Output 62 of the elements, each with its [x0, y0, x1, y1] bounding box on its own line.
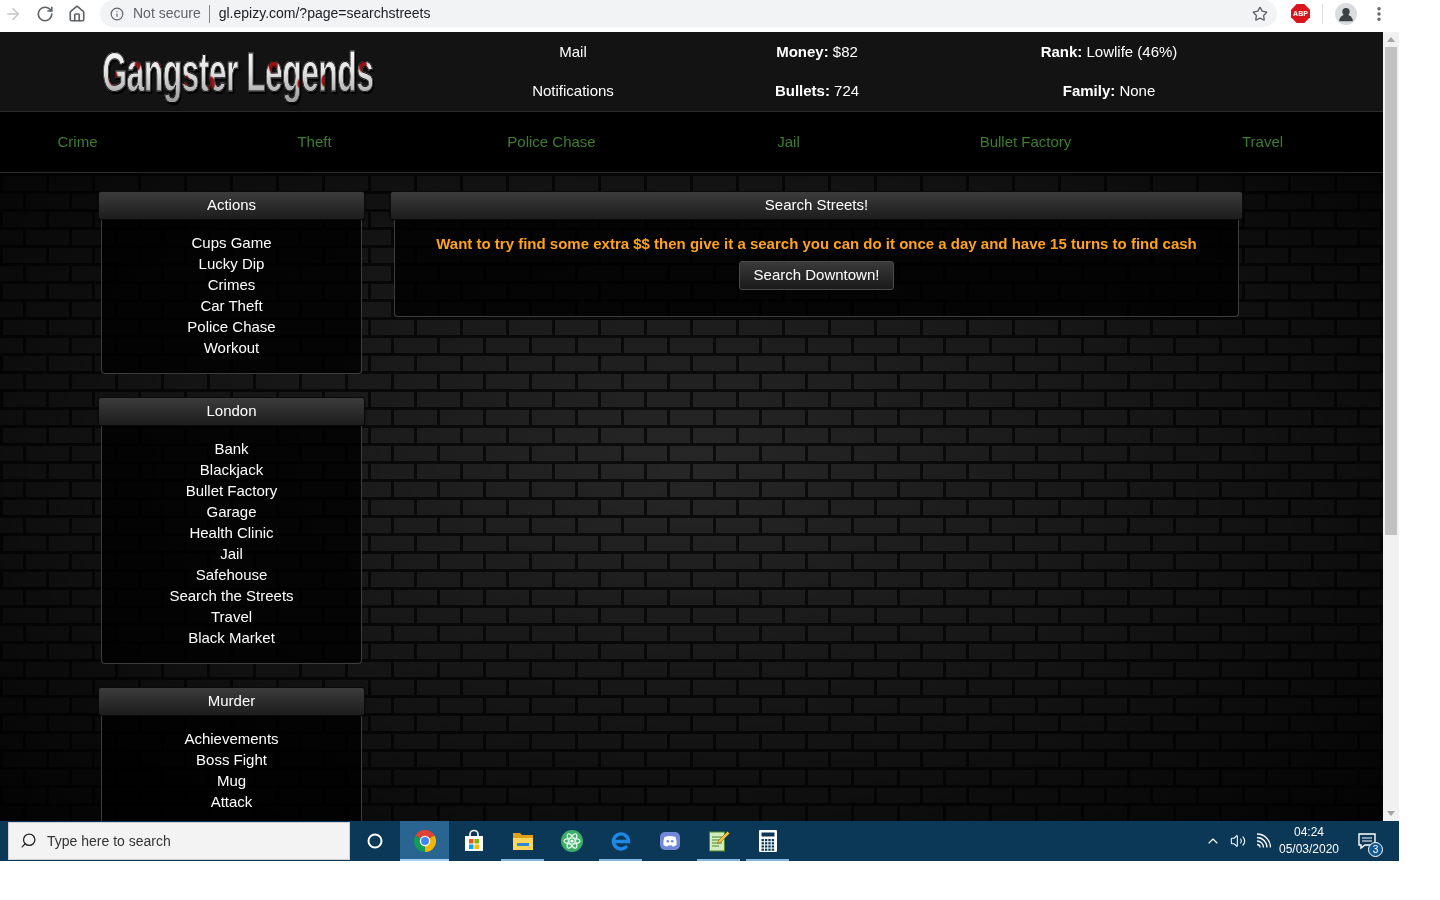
sidebar-link[interactable]: Bank	[214, 438, 249, 459]
stat-text: Rank: Lowlife (46%)	[1040, 42, 1178, 63]
url-text: gl.epizy.com/?page=searchstreets	[218, 4, 431, 23]
nav-link[interactable]: Police Chase	[507, 130, 596, 154]
taskbar-search-field[interactable]: Type here to search	[8, 822, 350, 860]
sidebar-link[interactable]: Blackjack	[199, 459, 264, 480]
sidebar-link[interactable]: Workout	[203, 337, 260, 358]
panel-header: Search Streets!	[390, 191, 1243, 220]
sidebar-link[interactable]: Black Market	[188, 627, 275, 648]
header-link[interactable]: Mail	[559, 41, 587, 64]
wifi-icon[interactable]	[1255, 833, 1271, 849]
sidebar-link[interactable]: Police Chase	[187, 316, 276, 337]
stat-text: Money: $82	[776, 42, 858, 63]
sidebar-link[interactable]: Crimes	[207, 274, 256, 295]
star-icon[interactable]	[1252, 5, 1268, 22]
panel-header: Actions	[98, 191, 365, 220]
sidebar-link[interactable]: Garage	[206, 501, 257, 522]
sidebar-link[interactable]: Boss Fight	[196, 749, 267, 770]
home-icon[interactable]	[68, 4, 86, 23]
clock-time: 04:24	[1294, 824, 1324, 841]
calculator-icon	[756, 829, 779, 853]
scrollbar[interactable]	[1383, 32, 1399, 821]
scrollbar-thumb[interactable]	[1385, 47, 1397, 535]
sidebar-link[interactable]: Achievements	[184, 728, 279, 749]
speaker-icon[interactable]	[1230, 833, 1246, 849]
security-label: Not secure	[133, 4, 201, 23]
nav-link[interactable]: Theft	[297, 130, 332, 154]
nav-link[interactable]: Travel	[1241, 130, 1284, 154]
nav-link[interactable]: Bullet Factory	[979, 130, 1072, 154]
clock-date: 05/03/2020	[1278, 841, 1340, 858]
nav-link[interactable]: Jail	[777, 130, 800, 154]
address-bar[interactable]: Not secure gl.epizy.com/?page=searchstreets	[100, 0, 1277, 27]
sidebar-link[interactable]: Safehouse	[195, 564, 268, 585]
reload-icon[interactable]	[36, 4, 54, 23]
stat-text: Bullets: 724	[774, 81, 860, 102]
sidebar-link[interactable]: Cups Game	[191, 232, 272, 253]
sidebar-link[interactable]: Search the Streets	[169, 585, 294, 606]
sidebar-link[interactable]: Car Theft	[200, 295, 263, 316]
panel-header: London	[98, 397, 365, 426]
atom-icon	[559, 829, 584, 853]
ring-icon[interactable]	[367, 833, 383, 849]
notification-count-badge: 3	[1368, 842, 1383, 857]
sidebar-link[interactable]: Attack	[210, 791, 253, 812]
sidebar-link[interactable]: Lucky Dip	[198, 253, 265, 274]
search-icon	[20, 832, 37, 849]
sidebar-link[interactable]: Jail	[220, 543, 243, 564]
stat-text: Family: None	[1062, 81, 1156, 102]
notepad-icon	[706, 829, 731, 853]
nav-link[interactable]: Crime	[57, 130, 98, 154]
browser-icon	[412, 829, 437, 853]
avatar-icon[interactable]	[1335, 2, 1357, 25]
sidebar-link[interactable]: Mug	[216, 770, 247, 791]
notice-text: Want to try find some extra $$ then give it a search you can do it once a day and have 15 turns to find cash	[436, 234, 1197, 254]
header-link[interactable]: Notifications	[532, 80, 614, 103]
notification-icon[interactable]	[1357, 831, 1377, 851]
panel-header: Murder	[98, 687, 365, 716]
search-downtown-button[interactable]: Search Downtown!	[738, 261, 895, 290]
info-icon[interactable]	[110, 6, 124, 21]
sidebar-link[interactable]: Health Clinic	[189, 522, 274, 543]
sidebar-link[interactable]: Travel	[210, 606, 253, 627]
chat-app-icon	[657, 829, 682, 853]
sidebar-link[interactable]: Bullet Factory	[185, 480, 278, 501]
